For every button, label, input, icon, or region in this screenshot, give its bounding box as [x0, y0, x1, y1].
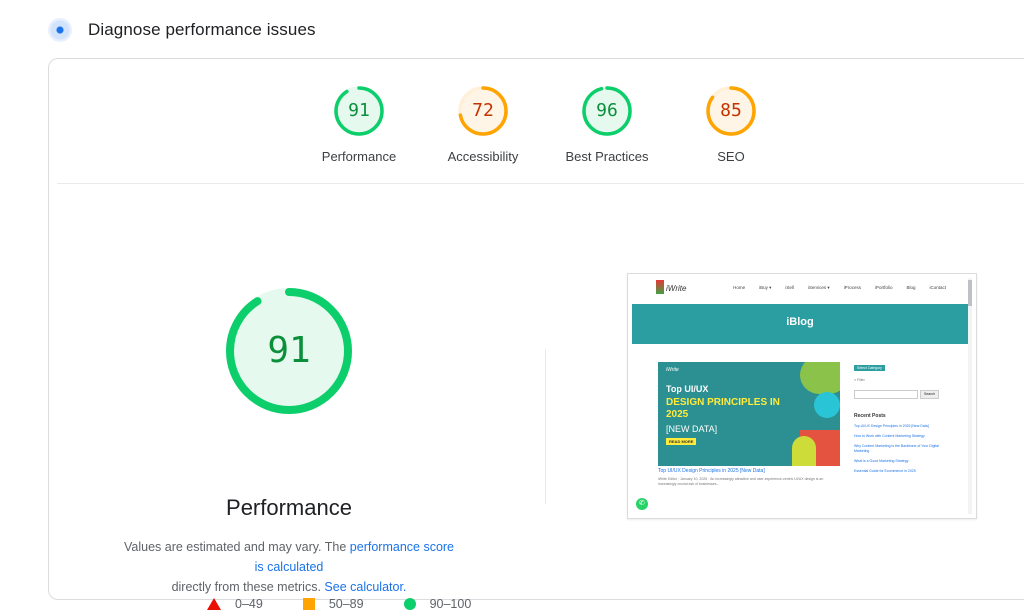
featured-line-3: [NEW DATA]: [666, 424, 718, 434]
desc-text-2: directly from these metrics.: [171, 580, 325, 594]
section-header: Diagnose performance issues: [48, 14, 316, 46]
gauge-label: Accessibility: [447, 149, 519, 164]
legend-item-average: 50–89: [302, 597, 364, 611]
featured-button: READ MORE: [666, 438, 697, 445]
square-icon: [302, 598, 315, 610]
gauge-score: 72: [472, 100, 494, 121]
menu-item: Home: [733, 285, 746, 290]
page-screenshot[interactable]: iWrite Home iBuy ▾ iSell iServices ▾ iPr…: [627, 273, 977, 519]
recent-post: Essential Guide for Ecommerce in 2025: [854, 469, 916, 473]
menu-item: Blog: [906, 285, 916, 290]
gauge-score: 91: [348, 100, 370, 121]
legend-label: 50–89: [328, 597, 364, 611]
gauge-score: 85: [720, 100, 742, 121]
section-title: Diagnose performance issues: [88, 20, 316, 39]
post-meta: iWrite Editor · January 10, 2025 · An in…: [658, 477, 824, 486]
gauge-performance[interactable]: 91 Performance: [304, 85, 414, 164]
featured-image: iWrite Top UI/UX DESIGN PRINCIPLES IN 20…: [658, 362, 840, 466]
featured-line-2: DESIGN PRINCIPLES IN 2025: [666, 397, 780, 420]
menu-item: iPortfolio: [874, 285, 893, 290]
gauge-label: SEO: [717, 149, 745, 164]
divider: [57, 183, 1024, 184]
featured-line-1: Top UI/UX: [666, 384, 709, 394]
gauge-score: 96: [596, 100, 618, 121]
screenshot-banner: iBlog: [632, 304, 968, 344]
performance-description: Values are estimated and may vary. The p…: [119, 537, 459, 597]
sidebar-filter: ≡ Filter: [854, 378, 865, 382]
performance-title: Performance: [226, 495, 352, 520]
lighthouse-icon: [48, 18, 72, 42]
legend-item-fail: 0–49: [207, 597, 263, 611]
report-panel: 91 Performance 72 Accessibility 96 Best …: [48, 58, 1024, 611]
sidebar-tag: Select Category: [854, 365, 885, 371]
gauge-best-practices[interactable]: 96 Best Practices: [552, 85, 662, 164]
gauge-label: Performance: [321, 149, 397, 164]
screenshot-sidebar: Select Category ≡ Filter Search Recent P…: [854, 356, 944, 474]
banner-title: iBlog: [786, 316, 814, 328]
triangle-icon: [207, 598, 221, 610]
recent-post: What is a Good Marketing Strategy: [854, 459, 909, 463]
see-calculator-link[interactable]: See calculator.: [324, 580, 406, 594]
performance-score: 91: [267, 330, 311, 371]
sidebar-search-button: Search: [920, 390, 940, 399]
gauge-seo[interactable]: 85 SEO: [676, 85, 786, 164]
legend-item-pass: 90–100: [403, 597, 472, 611]
legend-label: 90–100: [429, 597, 472, 611]
vertical-divider: [545, 349, 546, 504]
sidebar-search: Search: [854, 390, 944, 399]
circle-icon: [403, 598, 416, 610]
desc-text-1: Values are estimated and may vary. The: [123, 540, 350, 554]
screenshot-logo: iWrite: [656, 280, 686, 294]
recent-post: Why Content Marketing is the Backbone of…: [854, 444, 940, 453]
featured-logo: iWrite: [666, 367, 679, 373]
score-gauges: 91 Performance 72 Accessibility 96 Best …: [49, 85, 1024, 205]
recent-posts-title: Recent Posts: [854, 413, 886, 419]
gauge-label: Best Practices: [565, 149, 649, 164]
menu-item: iServices ▾: [807, 285, 830, 290]
recent-post: How to Work with Content Marketing Strat…: [854, 434, 925, 438]
menu-item: iSell: [785, 285, 794, 290]
menu-item: iProcess: [843, 285, 861, 290]
screenshot-nav: iWrite Home iBuy ▾ iSell iServices ▾ iPr…: [628, 274, 976, 304]
performance-gauge-large: 91: [225, 287, 353, 415]
sidebar-search-input: [854, 390, 918, 399]
screenshot-menu: Home iBuy ▾ iSell iServices ▾ iProcess i…: [719, 285, 946, 291]
post-title: Top UI/UX Design Principles in 2025 [New…: [658, 468, 765, 474]
legend-label: 0–49: [235, 597, 263, 611]
menu-item: iContact: [929, 285, 946, 290]
gauge-accessibility[interactable]: 72 Accessibility: [428, 85, 538, 164]
screenshot-scrollbar: [968, 278, 972, 514]
whatsapp-icon: ✆: [636, 498, 648, 510]
menu-item: iBuy ▾: [759, 285, 772, 290]
score-legend: 0–49 50–89 90–100: [207, 597, 471, 611]
recent-post: Top UI/UX Design Principles in 2025 [New…: [854, 424, 929, 428]
